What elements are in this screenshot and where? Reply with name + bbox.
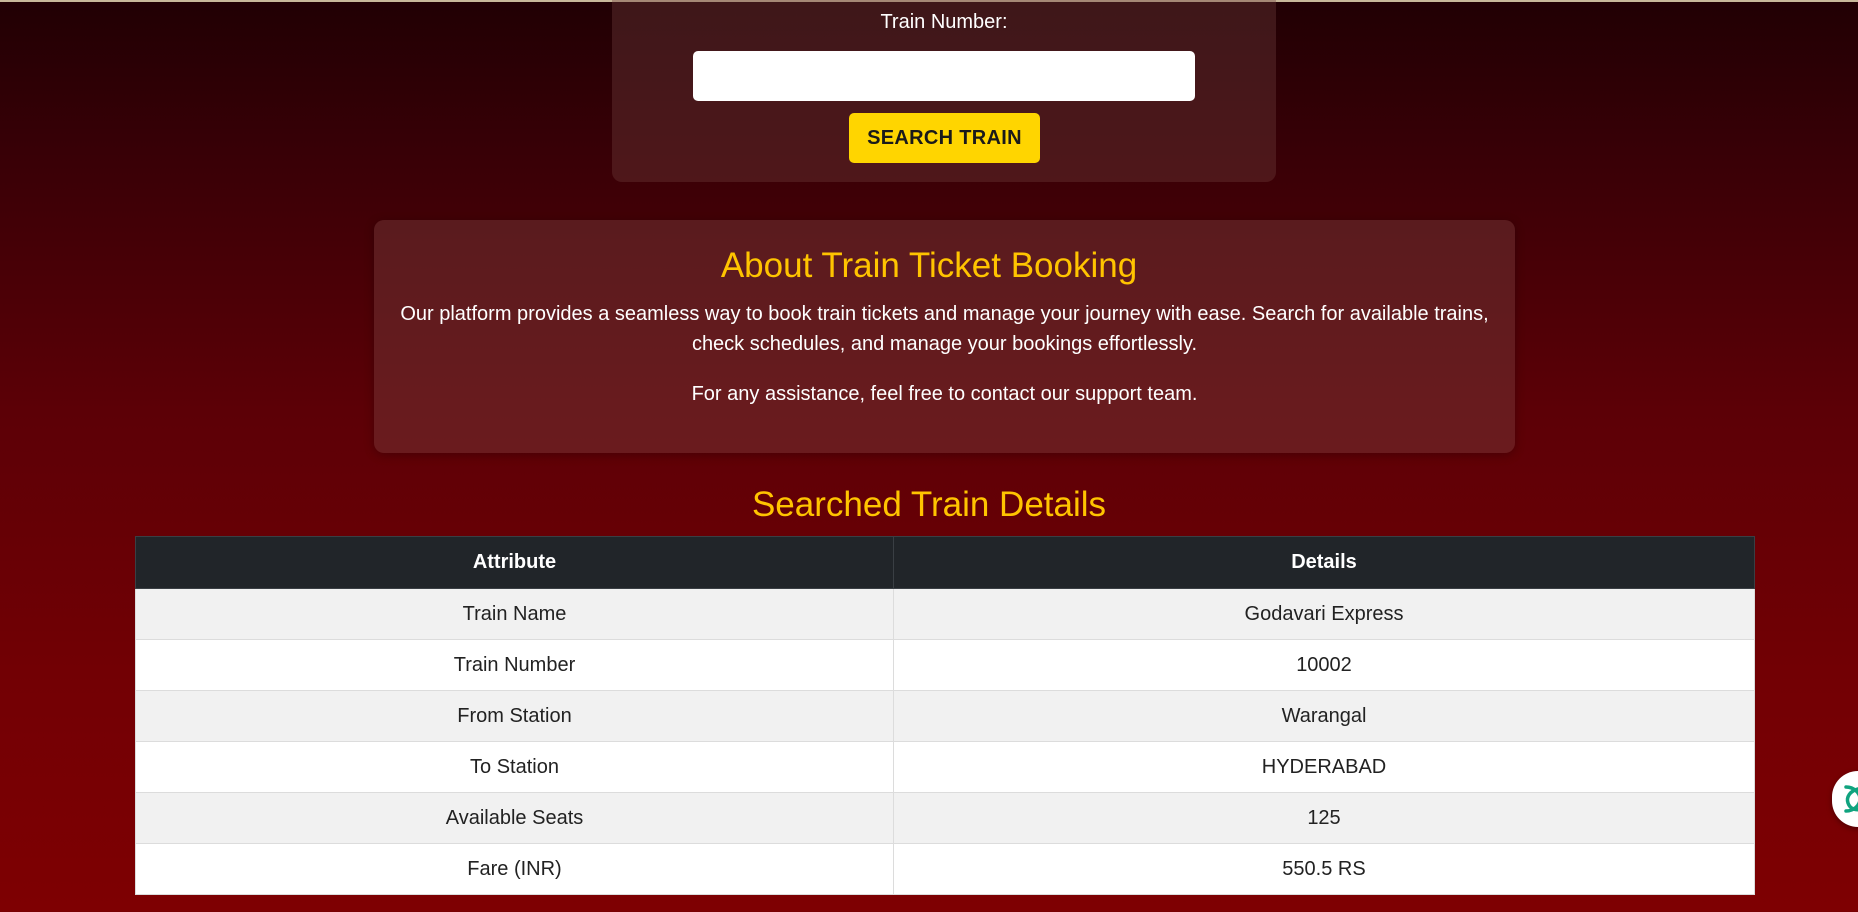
train-number-input[interactable] [693, 51, 1195, 101]
search-panel: Train Number: SEARCH TRAIN [612, 0, 1276, 182]
search-train-button[interactable]: SEARCH TRAIN [849, 113, 1040, 163]
attribute-cell: To Station [135, 741, 894, 793]
table-row: Train Number 10002 [135, 639, 1755, 691]
chat-widget-button[interactable] [1832, 771, 1858, 827]
chat-assistant-icon [1844, 785, 1858, 813]
value-cell: 550.5 RS [893, 843, 1755, 895]
table-row: Fare (INR) 550.5 RS [135, 843, 1755, 895]
value-cell: Godavari Express [893, 588, 1755, 640]
value-cell: 10002 [893, 639, 1755, 691]
value-cell: Warangal [893, 690, 1755, 742]
attribute-cell: From Station [135, 690, 894, 742]
attribute-cell: Train Name [135, 588, 894, 640]
column-header-details: Details [893, 536, 1755, 589]
train-number-label: Train Number: [880, 11, 1008, 33]
table-row: Train Name Godavari Express [135, 588, 1755, 640]
about-support-text: For any assistance, feel free to contact… [691, 383, 1198, 405]
table-row: To Station HYDERABAD [135, 741, 1755, 793]
column-header-attribute: Attribute [135, 536, 894, 589]
value-cell: 125 [893, 792, 1755, 844]
value-cell: HYDERABAD [893, 741, 1755, 793]
attribute-cell: Train Number [135, 639, 894, 691]
table-row: Available Seats 125 [135, 792, 1755, 844]
about-description: Our platform provides a seamless way to … [400, 303, 1489, 355]
table-row: From Station Warangal [135, 690, 1755, 742]
searched-train-details-title: Searched Train Details [751, 485, 1107, 524]
attribute-cell: Available Seats [135, 792, 894, 844]
about-title: About Train Ticket Booking [720, 246, 1138, 285]
train-details-table: Attribute Details Train Name Godavari Ex… [135, 536, 1755, 895]
attribute-cell: Fare (INR) [135, 843, 894, 895]
table-header-row: Attribute Details [135, 536, 1755, 589]
